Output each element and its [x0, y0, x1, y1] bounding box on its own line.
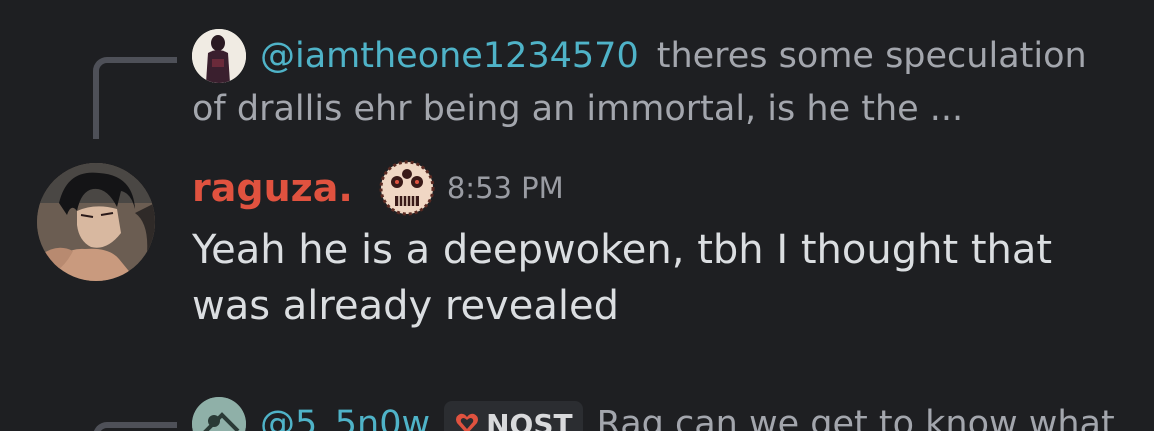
reply-avatar[interactable]	[192, 29, 246, 83]
reply-preview[interactable]: @iamtheone1234570 theres some speculatio…	[192, 27, 1122, 129]
next-reply-text: Rag can we get to know what	[596, 404, 1115, 431]
heart-shield-icon	[456, 413, 479, 431]
user-avatar-icon	[192, 397, 246, 431]
message-avatar[interactable]	[37, 163, 155, 281]
server-tag[interactable]: NOST	[444, 401, 583, 431]
reply-spine	[93, 422, 177, 431]
user-avatar-icon	[192, 29, 246, 83]
chat-view: @iamtheone1234570 theres some speculatio…	[0, 0, 1154, 431]
next-reply-preview[interactable]: @5_5n0w NOST Rag can we get to know what	[192, 396, 1115, 431]
message-content: Yeah he is a deepwoken, tbh I thought th…	[192, 227, 1053, 329]
user-avatar-icon	[37, 163, 155, 281]
reply-text-continued: of drallis ehr being an immortal, is he …	[192, 89, 964, 129]
message-header: raguza. 8:53 PM	[192, 160, 564, 216]
reply-line: @iamtheone1234570 theres some speculatio…	[192, 27, 1122, 85]
reply-spine	[93, 57, 177, 139]
next-reply-avatar[interactable]	[192, 397, 246, 431]
reply-author[interactable]: @iamtheone1234570	[260, 36, 639, 76]
server-tag-label: NOST	[486, 407, 573, 431]
reply-text: theres some speculation	[656, 36, 1087, 76]
message-timestamp: 8:53 PM	[446, 171, 564, 205]
message-author[interactable]: raguza.	[192, 166, 353, 210]
skull-badge-icon[interactable]	[379, 160, 435, 216]
next-reply-author[interactable]: @5_5n0w	[260, 404, 430, 431]
